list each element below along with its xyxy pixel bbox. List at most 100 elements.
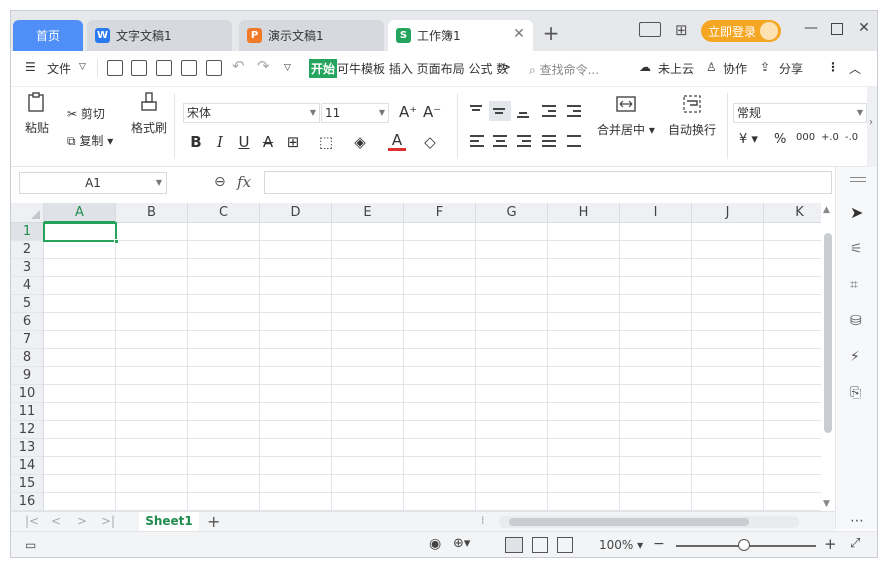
tab-spreadsheet-doc[interactable]: S 工作簿1 ✕ [388,20,533,51]
row-header-12[interactable]: 12 [11,421,44,439]
row-header-4[interactable]: 4 [11,277,44,295]
sheet-tab-sheet1[interactable]: Sheet1 [139,512,199,532]
collab-button[interactable]: 协作 [723,60,747,77]
row-header-15[interactable]: 15 [11,475,44,493]
paste-button[interactable]: 粘贴 [25,91,49,136]
italic-button[interactable]: I [211,133,229,151]
fill-color-icon[interactable]: ◈ [351,133,369,151]
column-header-a[interactable]: A [44,203,116,223]
row-header-6[interactable]: 6 [11,313,44,331]
transform-icon[interactable]: ⌗ [850,277,866,293]
copy-button[interactable]: ⧉ 复制 ▾ [67,132,113,149]
increase-font-icon[interactable]: A⁺ [399,103,417,121]
column-header-h[interactable]: H [548,203,620,223]
scroll-thumb[interactable] [824,233,832,433]
column-header-j[interactable]: J [692,203,764,223]
format-painter-button[interactable]: 格式刷 [131,91,167,136]
column-header-e[interactable]: E [332,203,404,223]
column-header-i[interactable]: I [620,203,692,223]
tab-start[interactable]: 开始 [309,59,338,78]
login-button[interactable]: 立即登录 [701,20,781,42]
maximize-icon[interactable] [831,23,843,35]
spreadsheet-grid[interactable]: ABCDEFGHIJK 1 2 3 4 5 6 7 8 9 10 11 12 13 14 15 16 [11,203,821,511]
column-header-g[interactable]: G [476,203,548,223]
grid-apps-icon[interactable]: ⊞ [675,21,688,39]
cloud-status[interactable]: 未上云 [658,60,694,77]
row-header-11[interactable]: 11 [11,403,44,421]
panel-handle-icon[interactable] [850,177,866,182]
fullscreen-icon[interactable]: ⤢ [850,536,860,551]
active-cell-a1[interactable] [43,222,117,242]
minimize-icon[interactable]: — [804,20,818,36]
row-header-13[interactable]: 13 [11,439,44,457]
close-icon[interactable]: ✕ [857,20,871,36]
splitter-icon[interactable]: ⁞ [481,514,485,527]
next-sheet-icon[interactable]: > [77,514,87,528]
row-header-16[interactable]: 16 [11,493,44,511]
merge-center-button[interactable]: 合并居中 ▾ [597,93,655,138]
border-icon[interactable]: ⊞ [284,133,302,151]
quick-access-more-icon[interactable]: ▽ [284,63,291,73]
zoom-in-button[interactable]: + [824,535,837,553]
currency-button[interactable]: ¥ ▾ [739,132,758,147]
decrease-decimal-button[interactable]: -.0 [845,132,858,143]
macro-icon[interactable]: ▭ [25,538,36,552]
font-size-select[interactable]: 11 ▼ [321,103,389,123]
print-icon[interactable] [181,60,197,76]
command-search[interactable]: ⌕ 查找命令... [529,61,599,78]
decrease-font-icon[interactable]: A⁻ [423,103,441,121]
screen-mode-icon[interactable] [639,22,661,37]
align-center-icon[interactable] [489,131,511,151]
backup-icon[interactable]: ⛁ [850,313,866,329]
column-header-d[interactable]: D [260,203,332,223]
more-tabs-arrow[interactable]: > [501,60,511,74]
add-sheet-button[interactable]: + [207,512,220,531]
zoom-out-button[interactable]: − [653,536,665,552]
align-top-icon[interactable] [466,101,488,121]
fill-handle[interactable] [114,239,119,244]
tab-presentation-doc[interactable]: P 演示文稿1 [239,20,384,51]
save-as-icon[interactable] [131,60,147,76]
underline-button[interactable]: U [235,133,253,151]
hamburger-icon[interactable]: ☰ [25,60,36,74]
prev-sheet-icon[interactable]: < [51,514,61,528]
select-all-corner[interactable] [11,203,44,223]
zoom-slider-knob[interactable] [738,539,750,551]
row-header-9[interactable]: 9 [11,367,44,385]
grid-vertical-scrollbar[interactable]: ▲ ▼ [821,203,835,511]
row-header-8[interactable]: 8 [11,349,44,367]
horizontal-scrollbar[interactable] [499,516,799,528]
column-header-b[interactable]: B [116,203,188,223]
wrap-text-button[interactable]: 自动换行 [668,93,716,138]
name-box[interactable]: A1 ▼ [19,172,167,194]
strikethrough-button[interactable]: A [259,133,277,151]
tools-icon[interactable]: ⚡ [850,349,866,365]
ribbon-scroll-arrow[interactable]: › [867,87,877,167]
row-header-5[interactable]: 5 [11,295,44,313]
chevron-down-icon[interactable]: ▼ [156,173,162,193]
normal-view-icon[interactable] [505,537,523,553]
column-header-c[interactable]: C [188,203,260,223]
eye-protection-icon[interactable]: ◉ [429,536,441,552]
increase-indent-icon[interactable] [563,101,585,121]
scroll-thumb[interactable] [509,518,749,526]
export-pdf-icon[interactable] [156,60,172,76]
save-icon[interactable] [107,60,123,76]
share-button[interactable]: 分享 [779,60,803,77]
first-sheet-icon[interactable]: |< [25,514,39,528]
print-preview-icon[interactable] [206,60,222,76]
more-menu-icon[interactable]: ⋮ [827,60,839,74]
row-header-10[interactable]: 10 [11,385,44,403]
page-break-view-icon[interactable] [532,537,548,553]
percent-button[interactable]: % [774,132,786,147]
row-header-2[interactable]: 2 [11,241,44,259]
column-header-k[interactable]: K [764,203,821,223]
sliders-icon[interactable]: ⚟ [850,241,866,257]
thousands-button[interactable]: 000 [796,132,815,143]
cut-button[interactable]: ✂ 剪切 [67,105,105,122]
number-format-select[interactable]: 常规 ▼ [733,103,867,123]
tab-home[interactable]: 首页 [13,20,83,51]
redo-icon[interactable]: ↷ [257,57,270,75]
row-header-1[interactable]: 1 [11,223,44,241]
undo-icon[interactable]: ↶ [232,57,245,75]
